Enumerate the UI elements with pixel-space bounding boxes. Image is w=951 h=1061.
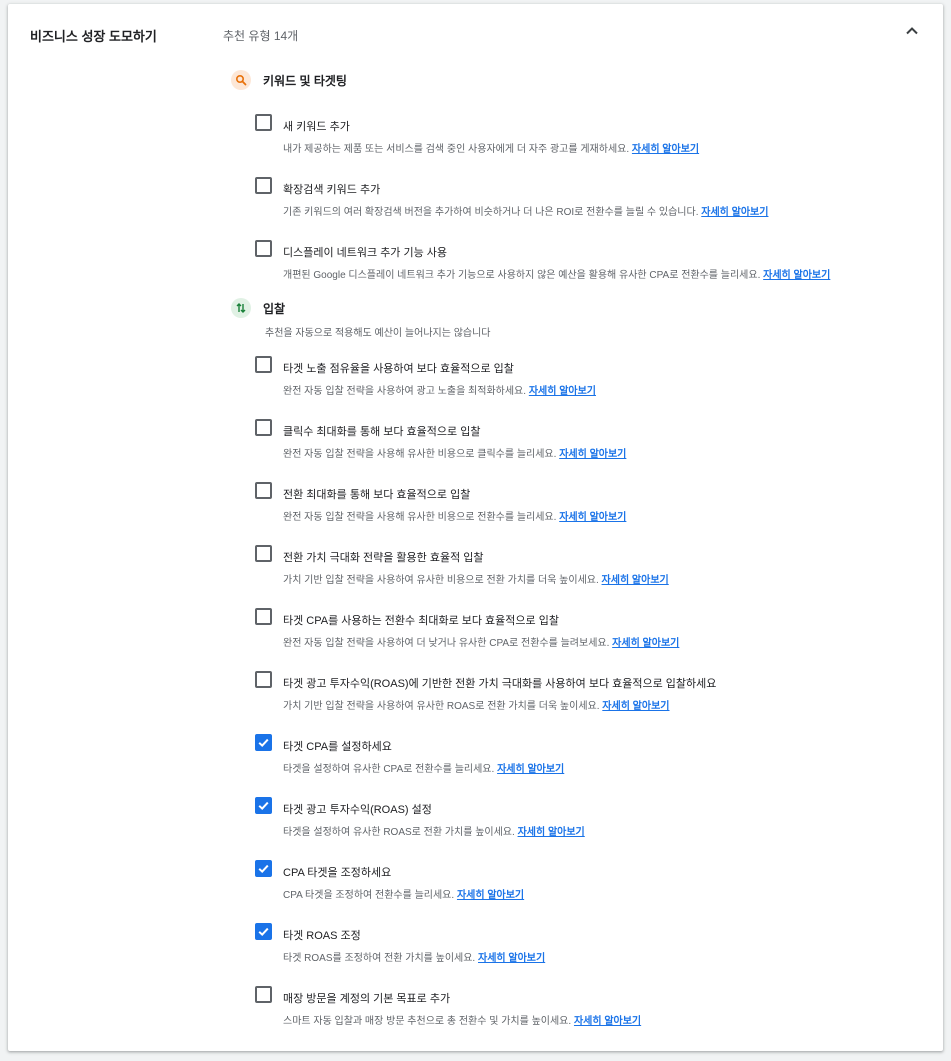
learn-more-link[interactable]: 자세히 알아보기: [497, 764, 564, 775]
group-header-keywords: 키워드 및 타겟팅: [231, 70, 347, 90]
chevron-up-icon: [906, 27, 918, 35]
description-text: 개편된 Google 디스플레이 네트워크 추가 기능으로 사용하지 않은 예산…: [283, 270, 761, 281]
recommendation-description: 완전 자동 입찰 전략을 사용하여 더 낮거나 유사한 CPA로 전환수를 늘려…: [283, 634, 679, 649]
recommendation-description: CPA 타겟을 조정하여 전환수를 늘리세요. 자세히 알아보기: [283, 886, 524, 901]
recommendation-title: 클릭수 최대화를 통해 보다 효율적으로 입찰: [283, 426, 481, 438]
collapse-button[interactable]: [901, 20, 923, 42]
checkmark-icon: [258, 864, 269, 874]
description-text: 가치 기반 입찰 전략을 사용하여 유사한 비용으로 전환 가치를 더욱 높이세…: [283, 575, 599, 586]
recommendation-checkbox[interactable]: [255, 860, 272, 877]
recommendation-title: 확장검색 키워드 추가: [283, 184, 381, 196]
recommendation-checkbox[interactable]: [255, 545, 272, 562]
recommendation-title: 매장 방문을 계정의 기본 목표로 추가: [283, 993, 451, 1005]
checkmark-icon: [258, 738, 269, 748]
recommendation-description: 스마트 자동 입찰과 매장 방문 추천으로 총 전환수 및 가치를 높이세요. …: [283, 1012, 641, 1027]
recommendation-title: 타겟 광고 투자수익(ROAS) 설정: [283, 804, 432, 816]
recommendation-checkbox[interactable]: [255, 734, 272, 751]
recommendation-title: 타겟 CPA를 사용하는 전환수 최대화로 보다 효율적으로 입찰: [283, 615, 559, 627]
learn-more-link[interactable]: 자세히 알아보기: [529, 386, 596, 397]
recommendation-description: 기존 키워드의 여러 확장검색 버전을 추가하여 비슷하거나 더 나은 ROI로…: [283, 203, 768, 218]
recommendation-title: 전환 최대화를 통해 보다 효율적으로 입찰: [283, 489, 471, 501]
description-text: 타겟을 설정하여 유사한 ROAS로 전환 가치를 높이세요.: [283, 827, 515, 838]
group-title: 키워드 및 타겟팅: [263, 73, 347, 88]
learn-more-link[interactable]: 자세히 알아보기: [559, 512, 626, 523]
recommendation-title: 타겟 CPA를 설정하세요: [283, 741, 392, 753]
description-text: 완전 자동 입찰 전략을 사용해 유사한 비용으로 클릭수를 늘리세요.: [283, 449, 557, 460]
learn-more-link[interactable]: 자세히 알아보기: [457, 890, 524, 901]
description-text: CPA 타겟을 조정하여 전환수를 늘리세요.: [283, 890, 455, 901]
recommendation-description: 타겟을 설정하여 유사한 ROAS로 전환 가치를 높이세요. 자세히 알아보기: [283, 823, 585, 838]
bidding-arrows-icon: [231, 298, 251, 318]
recommendation-checkbox[interactable]: [255, 482, 272, 499]
recommendation-checkbox[interactable]: [255, 177, 272, 194]
recommendation-title: 타겟 노출 점유율을 사용하여 보다 효율적으로 입찰: [283, 363, 514, 375]
recommendation-checkbox[interactable]: [255, 356, 272, 373]
recommendation-count: 추천 유형 14개: [223, 29, 299, 43]
recommendation-description: 타겟 ROAS를 조정하여 전환 가치를 높이세요. 자세히 알아보기: [283, 949, 545, 964]
description-text: 타겟 ROAS를 조정하여 전환 가치를 높이세요.: [283, 953, 476, 964]
recommendation-title: 타겟 광고 투자수익(ROAS)에 기반한 전환 가치 극대화를 사용하여 보다…: [283, 678, 717, 690]
recommendation-title: 새 키워드 추가: [283, 121, 350, 133]
description-text: 타겟을 설정하여 유사한 CPA로 전환수를 늘리세요.: [283, 764, 495, 775]
learn-more-link[interactable]: 자세히 알아보기: [574, 1016, 641, 1027]
learn-more-link[interactable]: 자세히 알아보기: [612, 638, 679, 649]
description-text: 완전 자동 입찰 전략을 사용하여 광고 노출을 최적화하세요.: [283, 386, 527, 397]
recommendation-checkbox[interactable]: [255, 923, 272, 940]
recommendation-description: 개편된 Google 디스플레이 네트워크 추가 기능으로 사용하지 않은 예산…: [283, 266, 830, 281]
recommendation-description: 타겟을 설정하여 유사한 CPA로 전환수를 늘리세요. 자세히 알아보기: [283, 760, 564, 775]
recommendation-description: 완전 자동 입찰 전략을 사용하여 광고 노출을 최적화하세요. 자세히 알아보…: [283, 382, 596, 397]
learn-more-link[interactable]: 자세히 알아보기: [478, 953, 545, 964]
recommendation-checkbox[interactable]: [255, 797, 272, 814]
recommendation-title: 전환 가치 극대화 전략을 활용한 효율적 입찰: [283, 552, 484, 564]
checkmark-icon: [258, 801, 269, 811]
recommendation-title: 디스플레이 네트워크 추가 기능 사용: [283, 247, 448, 259]
recommendation-checkbox[interactable]: [255, 608, 272, 625]
search-icon: [231, 70, 251, 90]
recommendation-description: 가치 기반 입찰 전략을 사용하여 유사한 ROAS로 전환 가치를 더욱 높이…: [283, 697, 669, 712]
checkmark-icon: [258, 927, 269, 937]
learn-more-link[interactable]: 자세히 알아보기: [602, 575, 669, 586]
description-text: 가치 기반 입찰 전략을 사용하여 유사한 ROAS로 전환 가치를 더욱 높이…: [283, 701, 600, 712]
group-header-bidding: 입찰: [231, 298, 285, 318]
recommendation-description: 내가 제공하는 제품 또는 서비스를 검색 중인 사용자에게 더 자주 광고를 …: [283, 140, 699, 155]
learn-more-link[interactable]: 자세히 알아보기: [602, 701, 669, 712]
group-note: 추천을 자동으로 적용해도 예산이 늘어나지는 않습니다: [265, 328, 491, 339]
description-text: 완전 자동 입찰 전략을 사용해 유사한 비용으로 전환수를 늘리세요.: [283, 512, 557, 523]
recommendation-title: CPA 타겟을 조정하세요: [283, 867, 392, 879]
learn-more-link[interactable]: 자세히 알아보기: [763, 270, 830, 281]
learn-more-link[interactable]: 자세히 알아보기: [632, 144, 699, 155]
description-text: 스마트 자동 입찰과 매장 방문 추천으로 총 전환수 및 가치를 높이세요.: [283, 1016, 572, 1027]
recommendation-checkbox[interactable]: [255, 114, 272, 131]
recommendation-description: 가치 기반 입찰 전략을 사용하여 유사한 비용으로 전환 가치를 더욱 높이세…: [283, 571, 669, 586]
learn-more-link[interactable]: 자세히 알아보기: [518, 827, 585, 838]
recommendation-title: 타겟 ROAS 조정: [283, 930, 361, 942]
recommendation-description: 완전 자동 입찰 전략을 사용해 유사한 비용으로 클릭수를 늘리세요. 자세히…: [283, 445, 626, 460]
description-text: 완전 자동 입찰 전략을 사용하여 더 낮거나 유사한 CPA로 전환수를 늘려…: [283, 638, 610, 649]
section-title: 비즈니스 성장 도모하기: [30, 29, 157, 44]
description-text: 기존 키워드의 여러 확장검색 버전을 추가하여 비슷하거나 더 나은 ROI로…: [283, 207, 699, 218]
group-title: 입찰: [263, 301, 286, 316]
recommendation-checkbox[interactable]: [255, 419, 272, 436]
learn-more-link[interactable]: 자세히 알아보기: [701, 207, 768, 218]
recommendation-description: 완전 자동 입찰 전략을 사용해 유사한 비용으로 전환수를 늘리세요. 자세히…: [283, 508, 626, 523]
recommendation-checkbox[interactable]: [255, 240, 272, 257]
recommendation-checkbox[interactable]: [255, 671, 272, 688]
learn-more-link[interactable]: 자세히 알아보기: [559, 449, 626, 460]
recommendation-checkbox[interactable]: [255, 986, 272, 1003]
description-text: 내가 제공하는 제품 또는 서비스를 검색 중인 사용자에게 더 자주 광고를 …: [283, 144, 630, 155]
recommendation-card: 비즈니스 성장 도모하기 추천 유형 14개 키워드 및 타겟팅 입찰 추천을 …: [8, 4, 943, 1051]
